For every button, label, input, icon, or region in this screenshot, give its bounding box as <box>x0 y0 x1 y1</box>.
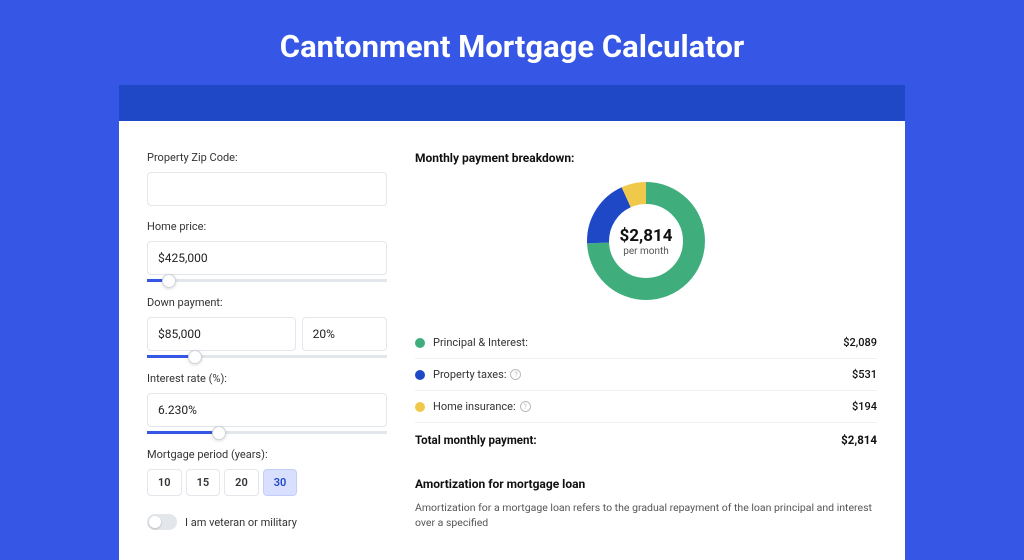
home-price-label: Home price: <box>147 220 387 233</box>
legend-dot <box>415 338 425 348</box>
total-label: Total monthly payment: <box>415 433 537 447</box>
period-15[interactable]: 15 <box>186 469 221 496</box>
interest-rate-slider[interactable] <box>147 431 387 434</box>
amortization-text: Amortization for a mortgage loan refers … <box>415 501 877 530</box>
home-price-input[interactable] <box>147 241 387 275</box>
breakdown-value: $2,089 <box>843 336 877 349</box>
veteran-label: I am veteran or military <box>185 516 297 529</box>
zip-label: Property Zip Code: <box>147 151 387 164</box>
interest-rate-input[interactable] <box>147 393 387 427</box>
donut-sub: per month <box>623 246 669 257</box>
header-accent-bar <box>119 85 905 121</box>
period-buttons: 10 15 20 30 <box>147 469 387 496</box>
down-payment-slider[interactable] <box>147 355 387 358</box>
down-payment-percent-input[interactable] <box>302 317 387 351</box>
down-payment-amount-input[interactable] <box>147 317 296 351</box>
breakdown-row-principal: Principal & Interest: $2,089 <box>415 327 877 359</box>
breakdown-row-insurance: Home insurance: ? $194 <box>415 391 877 423</box>
period-10[interactable]: 10 <box>147 469 182 496</box>
breakdown-value: $531 <box>852 368 877 381</box>
veteran-toggle-row: I am veteran or military <box>147 514 387 530</box>
slider-thumb[interactable] <box>212 426 226 440</box>
breakdown-row-taxes: Property taxes: ? $531 <box>415 359 877 391</box>
period-label: Mortgage period (years): <box>147 448 387 461</box>
legend-dot <box>415 402 425 412</box>
total-row: Total monthly payment: $2,814 <box>415 423 877 467</box>
slider-thumb[interactable] <box>188 350 202 364</box>
breakdown-title: Monthly payment breakdown: <box>415 151 877 165</box>
legend-dot <box>415 370 425 380</box>
donut-chart: $2,814 per month <box>586 181 706 301</box>
donut-amount: $2,814 <box>620 226 673 246</box>
breakdown-label: Home insurance: ? <box>433 400 852 413</box>
period-30[interactable]: 30 <box>263 469 298 496</box>
slider-thumb[interactable] <box>162 274 176 288</box>
donut-chart-wrap: $2,814 per month <box>415 181 877 301</box>
info-icon[interactable]: ? <box>510 369 521 380</box>
form-column: Property Zip Code: Home price: Down paym… <box>147 151 387 530</box>
breakdown-label: Principal & Interest: <box>433 336 843 349</box>
breakdown-value: $194 <box>852 400 877 413</box>
breakdown-label: Property taxes: ? <box>433 368 852 381</box>
calculator-card: Property Zip Code: Home price: Down paym… <box>119 121 905 560</box>
results-column: Monthly payment breakdown: $2,814 per mo… <box>415 151 877 530</box>
home-price-slider[interactable] <box>147 279 387 282</box>
veteran-toggle[interactable] <box>147 514 177 530</box>
page-title: Cantonment Mortgage Calculator <box>0 0 1024 85</box>
amortization-title: Amortization for mortgage loan <box>415 477 877 491</box>
info-icon[interactable]: ? <box>520 401 531 412</box>
period-20[interactable]: 20 <box>224 469 259 496</box>
zip-input[interactable] <box>147 172 387 206</box>
interest-rate-label: Interest rate (%): <box>147 372 387 385</box>
down-payment-label: Down payment: <box>147 296 387 309</box>
total-value: $2,814 <box>841 433 877 447</box>
